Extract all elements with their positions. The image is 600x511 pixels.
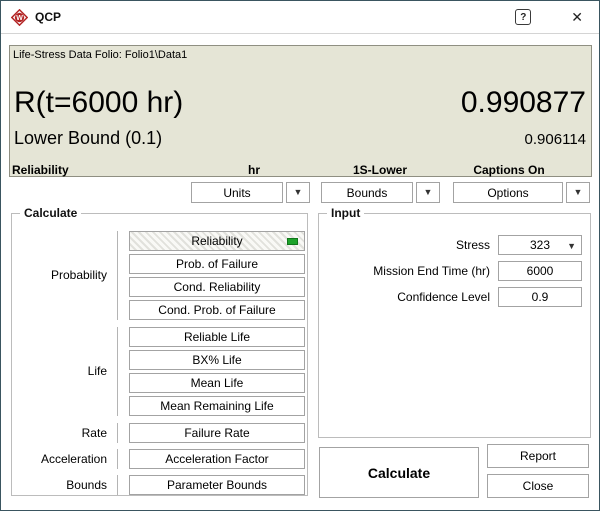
help-icon[interactable]: ? — [515, 9, 531, 25]
status-bounds: 1S-Lower — [345, 163, 415, 177]
calc-button-cond-reliability[interactable]: Cond. Reliability — [129, 277, 305, 297]
stress-value: 323 — [530, 238, 550, 252]
options-button[interactable]: Options — [453, 182, 563, 203]
separator — [117, 475, 118, 495]
input-groupbox: Input Stress 323 ▼ Mission End Time (hr)… — [318, 213, 591, 438]
separator — [117, 449, 118, 469]
calc-button-bx-life[interactable]: BX% Life — [129, 350, 305, 370]
status-captions: Captions On — [469, 163, 549, 177]
calc-button-reliable-life[interactable]: Reliable Life — [129, 327, 305, 347]
bounds-dropdown-arrow[interactable]: ▼ — [416, 182, 440, 203]
qcp-dialog: W QCP ? ✕ Life-Stress Data Folio: Folio1… — [0, 0, 600, 511]
close-icon[interactable]: ✕ — [571, 10, 583, 24]
selected-indicator — [287, 238, 298, 245]
calculate-button[interactable]: Calculate — [319, 447, 479, 498]
status-units: hr — [219, 163, 289, 177]
calc-button-parameter-bounds[interactable]: Parameter Bounds — [129, 475, 305, 495]
calc-button-prob-of-failure[interactable]: Prob. of Failure — [129, 254, 305, 274]
calculate-group-title: Calculate — [20, 206, 81, 220]
calc-button-cond-prob-of-failure[interactable]: Cond. Prob. of Failure — [129, 300, 305, 320]
calc-button-mean-remaining-life[interactable]: Mean Remaining Life — [129, 396, 305, 416]
window-title: QCP — [35, 10, 61, 24]
result-value: 0.990877 — [461, 86, 586, 120]
category-probability: Probability — [0, 268, 107, 282]
input-group-title: Input — [327, 206, 364, 220]
result-expression: R(t=6000 hr) — [14, 86, 183, 120]
chevron-down-icon: ▼ — [574, 188, 583, 197]
units-button[interactable]: Units — [191, 182, 283, 203]
calc-button-acceleration-factor[interactable]: Acceleration Factor — [129, 449, 305, 469]
chevron-down-icon: ▼ — [567, 242, 576, 251]
lower-bound-label: Lower Bound (0.1) — [14, 128, 162, 149]
title-bar: W QCP ? ✕ — [1, 1, 599, 34]
chevron-down-icon: ▼ — [424, 188, 433, 197]
lower-bound-value: 0.906114 — [525, 131, 586, 148]
options-dropdown-arrow[interactable]: ▼ — [566, 182, 590, 203]
chevron-down-icon: ▼ — [294, 188, 303, 197]
calc-button-reliability[interactable]: Reliability — [129, 231, 305, 251]
separator — [117, 327, 118, 416]
category-bounds: Bounds — [0, 478, 107, 492]
units-dropdown-arrow[interactable]: ▼ — [286, 182, 310, 203]
category-life: Life — [0, 364, 107, 378]
results-panel: Life-Stress Data Folio: Folio1\Data1 R(t… — [9, 45, 592, 177]
data-source-label: Life-Stress Data Folio: Folio1\Data1 — [13, 49, 187, 61]
status-metric: Reliability — [12, 163, 69, 177]
bounds-button[interactable]: Bounds — [321, 182, 413, 203]
confidence-level-label: Confidence Level — [330, 290, 490, 304]
app-icon: W — [11, 9, 28, 26]
category-rate: Rate — [0, 426, 107, 440]
report-button[interactable]: Report — [487, 444, 589, 468]
mission-end-time-label: Mission End Time (hr) — [330, 264, 490, 278]
separator — [117, 423, 118, 443]
calc-button-failure-rate[interactable]: Failure Rate — [129, 423, 305, 443]
confidence-level-field[interactable]: 0.9 — [498, 287, 582, 307]
stress-label: Stress — [330, 238, 490, 252]
stress-dropdown[interactable]: 323 ▼ — [498, 235, 582, 255]
calc-button-label: Reliability — [191, 234, 242, 248]
svg-text:W: W — [16, 15, 23, 22]
mission-end-time-field[interactable]: 6000 — [498, 261, 582, 281]
close-button[interactable]: Close — [487, 474, 589, 498]
separator — [117, 231, 118, 320]
calculate-groupbox: Calculate Probability Life Rate Accelera… — [11, 213, 308, 496]
calc-button-mean-life[interactable]: Mean Life — [129, 373, 305, 393]
category-acceleration: Acceleration — [0, 452, 107, 466]
